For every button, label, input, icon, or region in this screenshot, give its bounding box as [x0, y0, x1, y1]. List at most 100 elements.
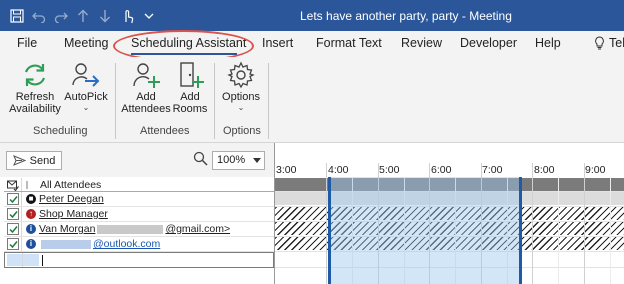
- hour-label: 3:00: [276, 164, 297, 176]
- title-bar: Lets have another party, party - Meeting: [0, 0, 624, 31]
- text-cursor: [42, 255, 43, 266]
- hour-label: 5:00: [379, 164, 400, 176]
- tab-tell-label: Tell: [609, 36, 624, 50]
- attendee-checkbox[interactable]: [7, 223, 19, 235]
- quick-access-toolbar: [6, 6, 160, 26]
- send-label: Send: [29, 154, 56, 167]
- attendee-info-icon: i: [26, 239, 36, 249]
- tab-tell-me[interactable]: Tell: [594, 36, 624, 50]
- checkmark-icon: [9, 241, 18, 249]
- zoom-value: 100%: [217, 154, 246, 166]
- add-attendees-label-1: Add: [136, 91, 156, 103]
- attendee-checkbox[interactable]: [7, 238, 19, 250]
- attendee-row[interactable]: i @outlook.com: [4, 237, 274, 252]
- timeline-grid[interactable]: 3:00 4:00 5:00 6:00 7:00 8:00 9:00: [274, 143, 624, 284]
- attendee-email-suffix: @gmail.com>: [165, 223, 231, 235]
- group-label-options: Options: [223, 125, 261, 137]
- add-attendees-label-2: Attendees: [121, 103, 171, 115]
- attendee-row[interactable]: ↑ Shop Manager: [4, 207, 274, 222]
- selection-highlight: [7, 254, 39, 266]
- autopick-icon: [72, 63, 100, 87]
- tab-help[interactable]: Help: [535, 36, 561, 50]
- add-room-icon: [180, 62, 204, 88]
- grid-line: [584, 163, 585, 284]
- column-divider: [22, 253, 23, 267]
- send-icon: [12, 155, 26, 166]
- organizer-icon: ■: [26, 194, 36, 204]
- group-label-scheduling: Scheduling: [33, 125, 88, 137]
- tab-format-text[interactable]: Format Text: [316, 36, 382, 50]
- add-attendees-button[interactable]: Add Attendees: [120, 61, 172, 115]
- attendee-name-prefix: Van Morgan: [39, 223, 96, 235]
- options-chevron-icon: ⌄: [237, 103, 245, 112]
- grid-line: [610, 178, 611, 284]
- attendee-name: Van Morgan @gmail.com>: [39, 223, 230, 235]
- send-button[interactable]: Send: [6, 151, 62, 170]
- attendee-checkbox[interactable]: [7, 208, 19, 220]
- up-arrow-icon[interactable]: [72, 6, 94, 26]
- save-icon[interactable]: [6, 6, 28, 26]
- checkmark-icon: [9, 226, 18, 234]
- column-divider: [21, 207, 22, 221]
- attendee-name: Shop Manager: [39, 208, 108, 220]
- gear-icon: [227, 61, 255, 89]
- autopick-chevron-icon: ⌄: [82, 103, 90, 112]
- ribbon: Refresh Availability AutoPick ⌄ Scheduli…: [0, 57, 624, 143]
- hour-label: 9:00: [585, 164, 606, 176]
- zoom-dropdown-icon: [253, 158, 261, 163]
- add-rooms-label-1: Add: [180, 91, 200, 103]
- tab-file[interactable]: File: [17, 36, 37, 50]
- tab-insert[interactable]: Insert: [262, 36, 293, 50]
- autopick-label: AutoPick: [64, 91, 108, 103]
- options-button[interactable]: Options ⌄: [219, 61, 263, 112]
- hour-label: 4:00: [328, 164, 349, 176]
- attendee-checkbox[interactable]: [7, 193, 19, 205]
- column-divider: [21, 237, 22, 251]
- ribbon-tabs: File Meeting Scheduling Assistant Insert…: [0, 31, 624, 57]
- attendee-email-suffix: @outlook.com: [93, 238, 161, 250]
- meeting-time-selection[interactable]: [328, 177, 522, 284]
- customize-chevron-icon[interactable]: [138, 6, 160, 26]
- attendee-row[interactable]: ■ Peter Deegan: [4, 192, 274, 207]
- envelope-check-icon: [7, 180, 19, 191]
- lightbulb-icon: [595, 36, 604, 50]
- undo-icon[interactable]: [28, 6, 50, 26]
- checkmark-icon: [9, 196, 18, 204]
- ribbon-separator: [214, 63, 215, 139]
- down-arrow-icon[interactable]: [94, 6, 116, 26]
- scheduling-area: Send 100% All Attendees ■ Peter Deegan ↑…: [0, 143, 624, 284]
- attendee-list-header: All Attendees: [4, 178, 274, 192]
- tab-meeting[interactable]: Meeting: [64, 36, 108, 50]
- tab-developer[interactable]: Developer: [460, 36, 517, 50]
- hour-label: 8:00: [534, 164, 555, 176]
- redo-icon[interactable]: [50, 6, 72, 26]
- attendee-row[interactable]: i Van Morgan @gmail.com>: [4, 222, 274, 237]
- grid-line: [326, 163, 327, 284]
- autopick-button[interactable]: AutoPick ⌄: [62, 61, 110, 112]
- attendee-name: Peter Deegan: [39, 193, 104, 205]
- grid-line: [558, 178, 559, 284]
- hour-label: 6:00: [431, 164, 452, 176]
- group-label-attendees: Attendees: [140, 125, 190, 137]
- person-column-icon: [26, 181, 28, 189]
- refresh-label-2: Availability: [9, 103, 61, 115]
- refresh-icon: [24, 64, 46, 86]
- attendee-toolbar: Send 100%: [0, 143, 274, 177]
- column-divider: [21, 222, 22, 236]
- column-divider: [21, 178, 22, 191]
- refresh-availability-button[interactable]: Refresh Availability: [8, 61, 62, 115]
- redacted-block: [41, 239, 91, 249]
- tab-review[interactable]: Review: [401, 36, 442, 50]
- grid-line: [532, 163, 533, 284]
- column-divider: [21, 192, 22, 206]
- add-rooms-button[interactable]: Add Rooms: [172, 61, 208, 115]
- new-attendee-row[interactable]: [4, 252, 274, 268]
- checkmark-icon: [9, 211, 18, 219]
- zoom-select[interactable]: 100%: [212, 151, 265, 170]
- add-rooms-label-2: Rooms: [172, 103, 208, 115]
- refresh-label-1: Refresh: [15, 91, 55, 103]
- window-title: Lets have another party, party - Meeting: [300, 9, 512, 23]
- add-person-icon: [133, 63, 160, 88]
- touch-mode-icon[interactable]: [116, 6, 138, 26]
- hour-label: 7:00: [482, 164, 503, 176]
